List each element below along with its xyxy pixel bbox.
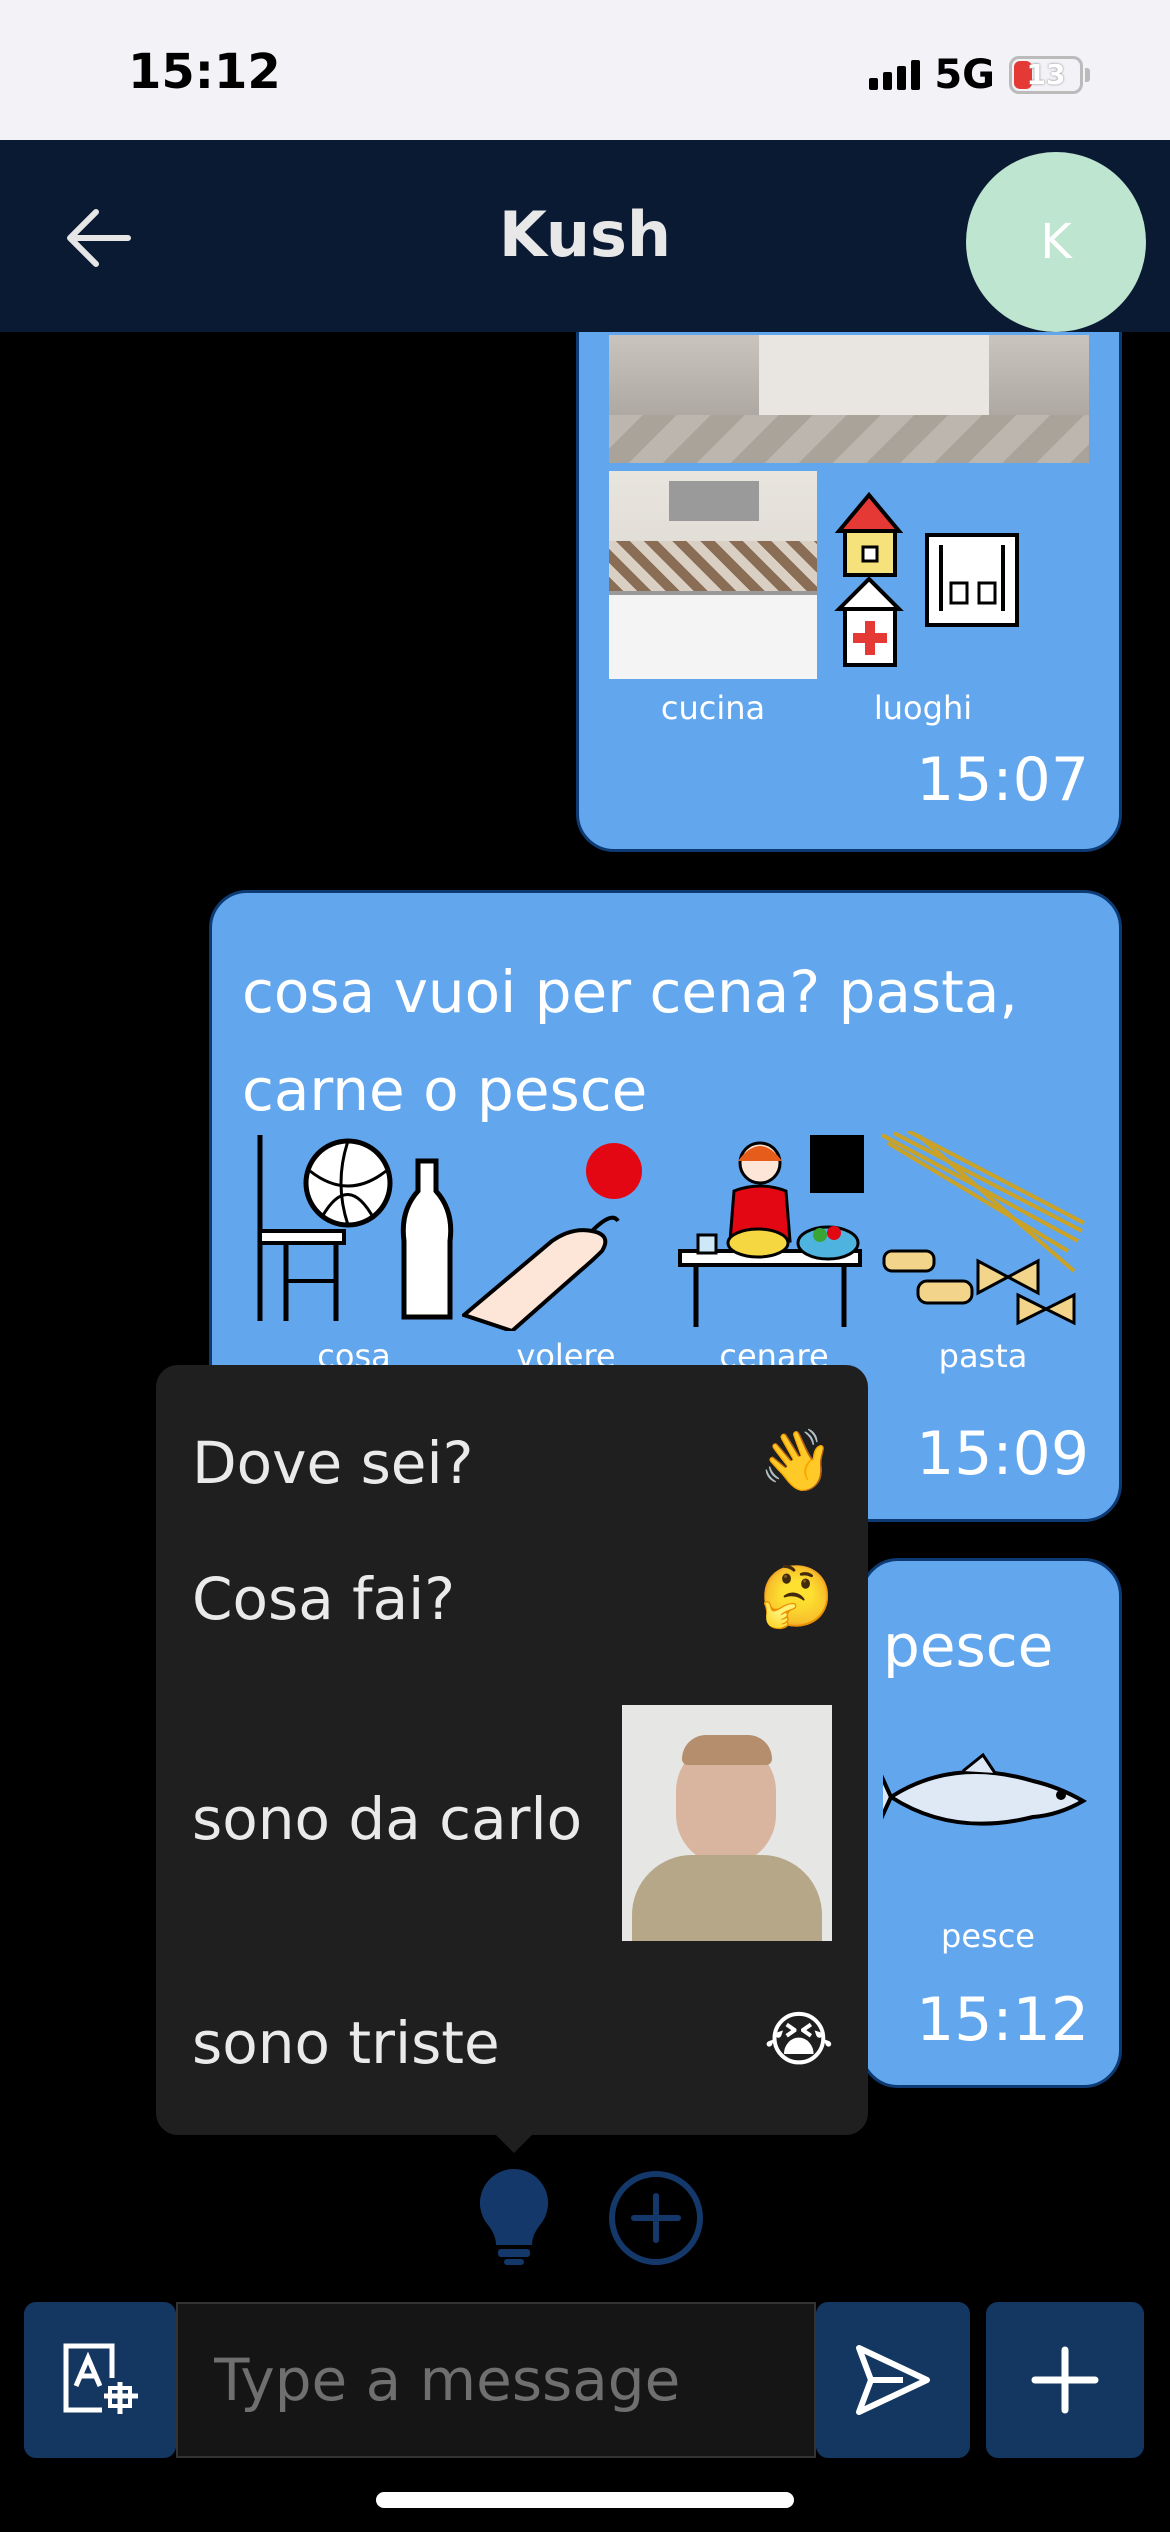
home-indicator [376, 2492, 794, 2508]
message-time: 15:12 [916, 1985, 1089, 2055]
status-bar: 15:12 5G 13 [0, 0, 1170, 140]
send-button[interactable] [816, 2302, 970, 2458]
quick-reply-item[interactable]: sono da carlo [156, 1697, 868, 1941]
lightbulb-button[interactable] [474, 2165, 554, 2273]
quick-reply-item[interactable]: Cosa fai? 🤔 [156, 1541, 868, 1651]
signal-icon [869, 60, 921, 90]
kitchen-photo [609, 335, 1089, 463]
symbol-label: luoghi [873, 689, 973, 727]
symbol-cucina-image [609, 471, 817, 679]
symbol-pesce-icon [883, 1752, 1087, 1826]
message-bubble[interactable]: cucina luoghi 15:07 [576, 332, 1122, 852]
message-text: carne o pesce [242, 1056, 648, 1124]
lightbulb-icon [479, 2169, 549, 2265]
symbol-cenare-icon [678, 1135, 864, 1327]
network-label: 5G [934, 52, 995, 98]
plus-circle-icon [609, 2171, 703, 2265]
symbol-volere-icon [462, 1143, 642, 1331]
message-bubble[interactable]: pesce pesce 15:12 [860, 1558, 1122, 2088]
symbol-keyboard-button[interactable] [24, 2302, 176, 2458]
quick-reply-label: Cosa fai? [192, 1565, 456, 1633]
message-input-wrapper [176, 2302, 816, 2458]
message-input[interactable] [178, 2304, 814, 2456]
send-icon [856, 2345, 930, 2415]
symbol-keyboard-icon [63, 2343, 138, 2414]
message-text: pesce [883, 1612, 1054, 1680]
quick-reply-label: Dove sei? [192, 1429, 474, 1497]
symbol-label: pesce [941, 1917, 1035, 1955]
status-right: 5G 13 [869, 52, 1090, 98]
contact-avatar[interactable]: K [966, 152, 1146, 332]
person-photo [622, 1705, 832, 1941]
quick-replies-menu: Dove sei? 👋 Cosa fai? 🤔 sono da carlo so… [156, 1365, 868, 2135]
plus-icon [1031, 2346, 1099, 2414]
status-time: 15:12 [128, 44, 281, 100]
crying-face-icon: 😭 [763, 2005, 834, 2075]
symbol-label: cucina [660, 689, 766, 727]
message-time: 15:09 [916, 1419, 1089, 1489]
battery-icon: 13 [1009, 56, 1083, 94]
battery-level: 13 [1026, 58, 1066, 91]
message-text: cosa vuoi per cena? pasta, [242, 958, 1018, 1026]
quick-reply-item[interactable]: sono triste 😭 [156, 1985, 868, 2095]
waving-hand-icon: 👋 [759, 1426, 834, 1496]
quick-reply-label: sono triste [192, 2009, 500, 2077]
symbol-luoghi-icon [834, 491, 1019, 667]
symbol-label: pasta [938, 1337, 1028, 1375]
chat-header: Kush K [0, 140, 1170, 332]
quick-reply-label: sono da carlo [192, 1785, 583, 1853]
message-time: 15:07 [916, 745, 1089, 815]
symbol-cosa-icon [257, 1135, 454, 1321]
attach-button[interactable] [986, 2302, 1144, 2458]
thinking-face-icon: 🤔 [759, 1562, 834, 1632]
quick-reply-item[interactable]: Dove sei? 👋 [156, 1405, 868, 1515]
add-quick-reply-button[interactable] [608, 2170, 704, 2270]
symbol-pasta-icon [881, 1131, 1085, 1326]
popup-pointer [492, 2131, 536, 2153]
